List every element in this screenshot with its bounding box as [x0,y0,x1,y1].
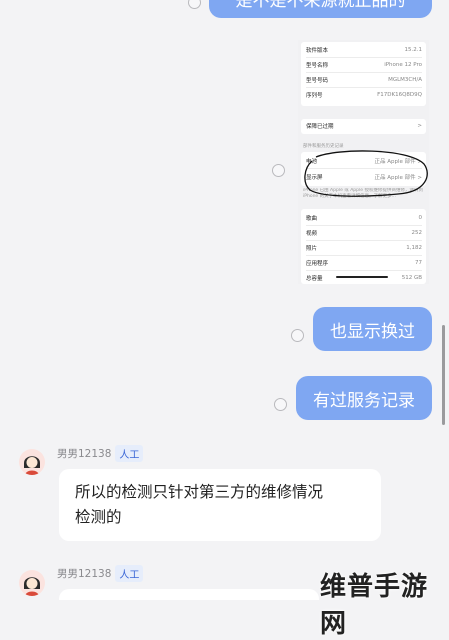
sender-info: 男男12138 人工 [57,565,144,582]
message-text: 是不是不来源就正品的 [235,0,406,11]
agent-tag: 人工 [115,445,144,462]
user-message-bubble: 有过服务记录 [296,376,432,420]
home-indicator [336,276,388,278]
agent-message-bubble [59,589,319,600]
stat-row: 应用程序 77 [306,256,422,271]
agent-tag: 人工 [115,565,144,582]
sender-info: 男男12138 人工 [57,445,144,462]
user-message-bubble: 是不是不来源就正品的 [209,0,432,18]
stats-card: 歌曲 0 视频 252 照片 1,182 应用程序 77 总容量 512 GB [301,209,426,284]
sender-name: 男男12138 [57,448,112,460]
stat-row: 歌曲 0 [306,211,422,226]
scrollbar[interactable] [442,325,445,425]
stat-row: 照片 1,182 [306,241,422,256]
message-text: 也显示换过 [330,321,415,342]
message-line: 检测的 [75,508,122,526]
message-text: 有过服务记录 [313,390,415,411]
avatar-icon [19,570,45,596]
stat-row: 视频 252 [306,226,422,241]
message-line: 所以的检测只针对第三方的维修情况 [75,483,324,501]
select-radio[interactable] [272,164,285,177]
avatar-icon [19,449,45,475]
avatar[interactable] [19,449,45,475]
agent-message-bubble: 所以的检测只针对第三方的维修情况 检测的 [59,469,381,541]
watermark: 维普手游网 [320,572,429,639]
select-radio[interactable] [274,398,287,411]
select-radio[interactable] [188,0,201,9]
user-message-bubble: 也显示换过 [313,307,432,351]
image-message[interactable]: 软件版本 15.2.1 型号名称 iPhone 12 Pro 型号号码 MGLM3CH… [298,40,429,284]
avatar[interactable] [19,570,45,596]
select-radio[interactable] [291,329,304,342]
sender-name: 男男12138 [57,568,112,580]
